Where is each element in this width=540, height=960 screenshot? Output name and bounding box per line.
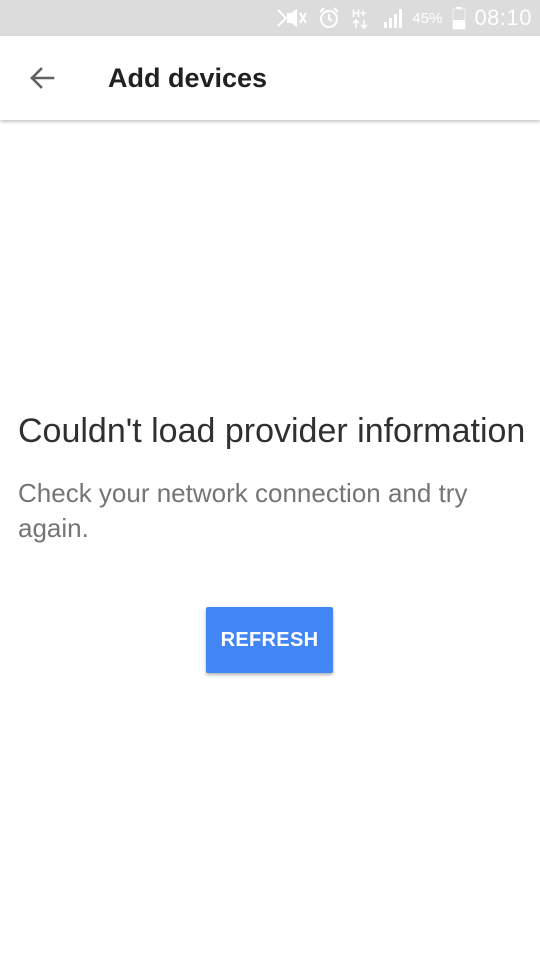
page-title: Add devices xyxy=(108,63,268,93)
battery-icon xyxy=(452,6,466,30)
error-panel: Couldn't load provider information Check… xyxy=(18,410,528,546)
app-bar: Add devices xyxy=(0,36,540,120)
back-button[interactable] xyxy=(22,58,62,98)
error-message: Check your network connection and try ag… xyxy=(18,478,468,543)
network-hplus-icon: H+ xyxy=(350,6,372,30)
clock-time: 08:10 xyxy=(474,5,532,30)
battery-percent: 45% xyxy=(412,9,443,27)
status-bar: H+ 45% 08:10 xyxy=(0,0,540,36)
signal-icon xyxy=(382,6,406,30)
alarm-icon xyxy=(318,6,340,30)
arrow-back-icon xyxy=(30,67,55,89)
error-title: Couldn't load provider information xyxy=(18,412,526,450)
mute-icon xyxy=(274,6,308,30)
refresh-button[interactable]: REFRESH xyxy=(206,607,333,673)
network-label: H+ xyxy=(352,8,366,20)
